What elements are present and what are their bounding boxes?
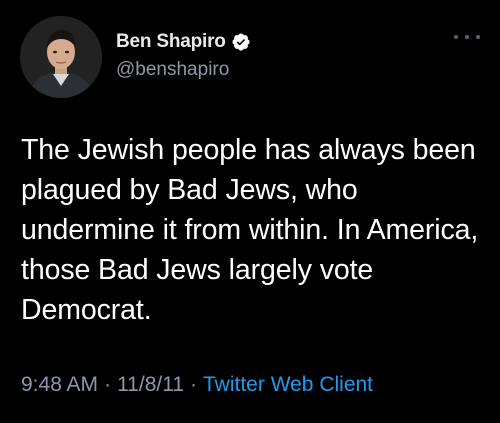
more-dot	[476, 35, 480, 39]
tweet-time[interactable]: 9:48 AM	[21, 373, 98, 396]
tweet-card: Ben Shapiro @benshapiro The Jewish peopl…	[0, 0, 500, 423]
display-name[interactable]: Ben Shapiro	[116, 30, 226, 54]
verified-badge-icon	[231, 32, 251, 52]
tweet-client-link[interactable]: Twitter Web Client	[203, 373, 373, 396]
meta-separator: ·	[104, 373, 112, 396]
tweet-meta: 9:48 AM · 11/8/11 · Twitter Web Client	[21, 372, 373, 398]
more-dot	[454, 35, 458, 39]
handle[interactable]: @benshapiro	[116, 58, 229, 82]
author-name-row: Ben Shapiro	[116, 30, 251, 54]
avatar[interactable]	[20, 16, 102, 98]
tweet-date[interactable]: 11/8/11	[117, 373, 184, 396]
avatar-image	[20, 16, 102, 98]
tweet-text: The Jewish people has always been plague…	[21, 134, 479, 326]
more-options-icon[interactable]	[454, 30, 480, 44]
meta-separator: ·	[190, 373, 198, 396]
more-dot	[465, 35, 469, 39]
